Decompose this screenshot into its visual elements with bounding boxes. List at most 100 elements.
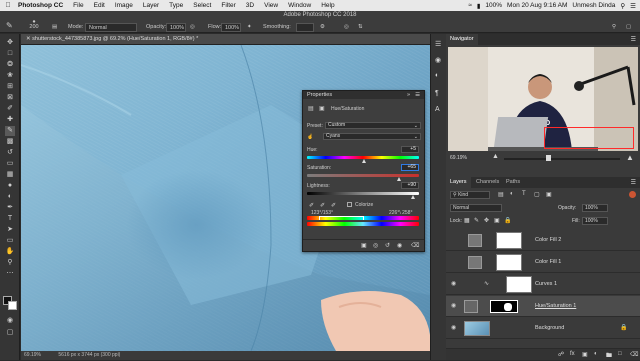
eraser-tool-icon[interactable]: ▭ bbox=[5, 159, 15, 169]
menubar-user[interactable]: Unmesh Dinda bbox=[572, 2, 615, 9]
brush-preset-picker[interactable]: ● 200 bbox=[26, 19, 42, 33]
menu-3d[interactable]: 3D bbox=[241, 2, 259, 9]
filter-smartobject-icon[interactable]: ▣ bbox=[546, 191, 552, 198]
opacity-input[interactable]: 100% bbox=[166, 23, 186, 32]
new-layer-icon[interactable]: □ bbox=[618, 351, 622, 357]
panel-menu-icon[interactable]: ☰ bbox=[631, 36, 636, 43]
eyedropper-icon[interactable]: ✐ bbox=[309, 202, 314, 209]
close-tab-icon[interactable]: ✕ bbox=[26, 36, 31, 42]
add-mask-icon[interactable]: ▣ bbox=[582, 351, 588, 358]
filter-pixel-icon[interactable]: ▤ bbox=[498, 191, 504, 198]
smoothing-input[interactable] bbox=[296, 23, 314, 32]
background-color-swatch[interactable] bbox=[8, 301, 17, 310]
filter-type-icon[interactable]: T bbox=[522, 191, 526, 197]
menu-image[interactable]: Image bbox=[110, 2, 138, 9]
flow-input[interactable]: 100% bbox=[221, 23, 241, 32]
layers-opacity-input[interactable]: 100% bbox=[582, 204, 608, 212]
brush-tool-icon-active[interactable]: ✎ bbox=[5, 126, 15, 136]
panel-menu-icon[interactable]: ☰ bbox=[415, 91, 420, 99]
visibility-eye-icon[interactable]: ◉ bbox=[451, 280, 456, 287]
saturation-slider[interactable] bbox=[307, 174, 419, 177]
paragraph-icon[interactable]: ¶ bbox=[435, 90, 439, 97]
battery-icon[interactable]: ▮ bbox=[477, 2, 481, 10]
tab-layers[interactable]: Layers bbox=[446, 177, 471, 188]
navigator-zoom-value[interactable]: 69.19% bbox=[450, 155, 467, 161]
navigator-view-box[interactable] bbox=[544, 127, 634, 149]
lasso-tool-icon[interactable]: ❂ bbox=[5, 60, 15, 70]
wifi-icon[interactable]: ≈ bbox=[468, 2, 472, 9]
menu-file[interactable]: File bbox=[68, 2, 88, 9]
airbrush-icon[interactable]: ✦ bbox=[247, 23, 252, 32]
layer-filter-kind[interactable]: ⚲ Kind bbox=[450, 191, 490, 199]
visibility-eye-off-icon[interactable] bbox=[451, 258, 453, 264]
targeted-adjust-hand-icon[interactable]: ☝ bbox=[307, 134, 313, 140]
fill-input[interactable]: 100% bbox=[582, 217, 608, 225]
layer-mask-thumbnail[interactable] bbox=[506, 276, 532, 293]
hand-tool-icon[interactable]: ✋ bbox=[5, 247, 15, 257]
clip-to-layer-icon[interactable]: ▣ bbox=[361, 242, 367, 249]
view-previous-state-icon[interactable]: ◎ bbox=[373, 242, 378, 249]
mode-select[interactable]: Normal bbox=[85, 23, 137, 32]
lock-all-icon[interactable]: 🔒 bbox=[504, 217, 511, 224]
visibility-eye-off-icon[interactable] bbox=[451, 236, 453, 242]
menu-select[interactable]: Select bbox=[188, 2, 216, 9]
menu-view[interactable]: View bbox=[259, 2, 283, 9]
mask-icon[interactable]: ▣ bbox=[319, 105, 325, 112]
collapse-panel-icon[interactable]: » bbox=[407, 91, 410, 99]
layer-mask-thumbnail[interactable] bbox=[496, 232, 522, 249]
adjustments-icon[interactable]: ◐ bbox=[435, 72, 439, 79]
character-icon[interactable]: A bbox=[435, 106, 440, 113]
zoom-tool-icon[interactable]: ⚲ bbox=[5, 258, 15, 268]
history-brush-tool-icon[interactable]: ↺ bbox=[5, 148, 15, 158]
layer-row[interactable]: Color Fill 2 bbox=[446, 230, 640, 251]
apple-menu-icon[interactable]:  bbox=[0, 2, 16, 9]
move-tool-icon[interactable]: ✥ bbox=[5, 38, 15, 48]
delete-trash-icon[interactable]: ⌫ bbox=[411, 242, 419, 249]
search-icon[interactable]: ⚲ bbox=[620, 2, 625, 10]
layer-name[interactable]: Color Fill 2 bbox=[535, 230, 561, 251]
type-tool-icon[interactable]: T bbox=[5, 214, 15, 224]
properties-header[interactable]: Properties » ☰ bbox=[303, 91, 424, 99]
layer-name[interactable]: Hue/Saturation 1 bbox=[535, 296, 576, 317]
delete-layer-trash-icon[interactable]: ⌫ bbox=[630, 351, 638, 358]
new-adjustment-icon[interactable]: ◐ bbox=[594, 351, 598, 357]
layer-mask-thumbnail[interactable] bbox=[490, 300, 518, 313]
app-menu[interactable]: Photoshop CC bbox=[16, 2, 68, 9]
reset-icon[interactable]: ↺ bbox=[385, 242, 390, 249]
tab-navigator[interactable]: Navigator bbox=[446, 34, 478, 45]
path-selection-tool-icon[interactable]: ➤ bbox=[5, 225, 15, 235]
layer-style-icon[interactable]: fx bbox=[570, 351, 575, 357]
eyedropper-tool-icon[interactable]: ✐ bbox=[5, 104, 15, 114]
navigator-thumbnail[interactable]: HERO bbox=[448, 47, 638, 151]
healing-brush-tool-icon[interactable]: ✚ bbox=[5, 115, 15, 125]
gradient-tool-icon[interactable]: ▦ bbox=[5, 170, 15, 180]
pen-tool-icon[interactable]: ✒ bbox=[5, 203, 15, 213]
hue-input[interactable]: +5 bbox=[401, 146, 419, 153]
saturation-input[interactable]: +65 bbox=[401, 164, 419, 171]
filter-adjustment-icon[interactable]: ◐ bbox=[510, 191, 514, 197]
clone-stamp-tool-icon[interactable]: ▩ bbox=[5, 137, 15, 147]
menu-type[interactable]: Type bbox=[164, 2, 188, 9]
lightness-slider[interactable] bbox=[307, 192, 419, 195]
lock-transparency-icon[interactable]: ▦ bbox=[464, 217, 470, 224]
menu-edit[interactable]: Edit bbox=[89, 2, 110, 9]
lock-artboard-icon[interactable]: ▣ bbox=[494, 217, 500, 224]
history-icon[interactable]: ☰ bbox=[435, 40, 441, 48]
symmetry-icon[interactable]: ⇅ bbox=[358, 23, 363, 32]
shape-tool-icon[interactable]: ▭ bbox=[5, 236, 15, 246]
crop-tool-icon[interactable]: ⊞ bbox=[5, 82, 15, 92]
panel-menu-icon[interactable]: ☰ bbox=[631, 179, 636, 186]
document-tab[interactable]: ✕ shutterstock_447385873.jpg @ 69.2% (Hu… bbox=[21, 34, 430, 45]
pressure-size-icon[interactable]: ◎ bbox=[344, 23, 349, 32]
menubar-clock[interactable]: Mon 20 Aug 9:16 AM bbox=[507, 2, 567, 9]
zoom-in-icon[interactable]: ▲ bbox=[626, 153, 634, 162]
brush-tool-icon[interactable]: ✎ bbox=[6, 21, 13, 30]
lightness-input[interactable]: +90 bbox=[401, 182, 419, 189]
visibility-eye-icon[interactable]: ◉ bbox=[451, 302, 456, 309]
status-zoom[interactable]: 69.19% bbox=[21, 352, 41, 358]
pressure-opacity-icon[interactable]: ◎ bbox=[190, 23, 195, 32]
layer-name[interactable]: Color Fill 1 bbox=[535, 252, 561, 273]
frame-tool-icon[interactable]: ⊠ bbox=[5, 93, 15, 103]
preset-select[interactable]: Custom ⌄ bbox=[325, 122, 421, 129]
saturation-slider-thumb[interactable] bbox=[396, 177, 401, 181]
